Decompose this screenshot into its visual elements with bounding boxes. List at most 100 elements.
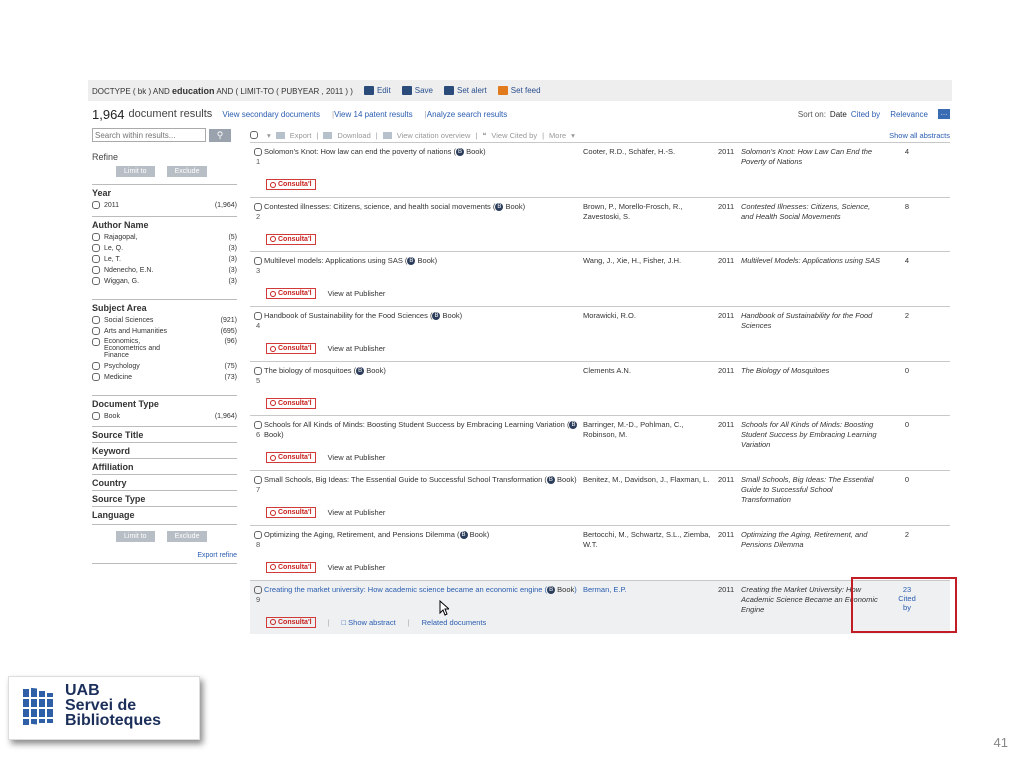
row-checkbox[interactable]: [254, 366, 262, 375]
facet-item[interactable]: Wiggan, G. (3): [92, 277, 237, 285]
set-alert-button[interactable]: Set alert: [443, 86, 487, 95]
result-authors[interactable]: Bertocchi, M., Schwartz, S.L., Ziemba, W…: [583, 530, 713, 550]
consulta-button[interactable]: Consulta'l: [266, 288, 316, 300]
select-all-checkbox[interactable]: [250, 131, 258, 139]
facet-item[interactable]: Rajagopal, (5): [92, 233, 237, 241]
show-abstract-link[interactable]: □ Show abstract: [342, 618, 396, 627]
facet-source-title[interactable]: Source Title: [92, 426, 237, 440]
analyze-results-link[interactable]: Analyze search results: [427, 110, 507, 119]
result-authors[interactable]: Morawicki, R.O.: [583, 311, 713, 321]
facet-doctype[interactable]: Document Type: [92, 395, 237, 409]
facet-affiliation[interactable]: Affiliation: [92, 458, 237, 472]
result-source[interactable]: Schools for All Kinds of Minds: Boosting…: [741, 420, 881, 450]
row-checkbox[interactable]: [254, 202, 262, 211]
row-checkbox[interactable]: [254, 585, 262, 594]
checkbox[interactable]: [92, 255, 100, 263]
facet-item[interactable]: Le, T. (3): [92, 255, 237, 263]
consulta-button[interactable]: Consulta'l: [266, 343, 316, 355]
checkbox[interactable]: [92, 266, 100, 274]
facet-subject[interactable]: Subject Area: [92, 299, 237, 313]
checkbox[interactable]: [92, 233, 100, 241]
consulta-button[interactable]: Consulta'l: [266, 507, 316, 519]
result-authors[interactable]: Benitez, M., Davidson, J., Flaxman, L.: [583, 475, 713, 485]
consulta-button[interactable]: Consulta'l: [266, 561, 316, 573]
checkbox[interactable]: [92, 338, 100, 346]
sort-relevance[interactable]: Relevance: [890, 110, 928, 119]
consulta-button[interactable]: Consulta'l: [266, 397, 316, 409]
result-source[interactable]: Handbook of Sustainability for the Food …: [741, 311, 881, 331]
result-authors[interactable]: Brown, P., Morello-Frosch, R., Zavestosk…: [583, 202, 713, 222]
checkbox[interactable]: [92, 373, 100, 381]
result-source[interactable]: Small Schools, Big Ideas: The Essential …: [741, 475, 881, 505]
consulta-button[interactable]: Consulta'l: [266, 452, 316, 464]
facet-author[interactable]: Author Name: [92, 216, 237, 230]
result-source[interactable]: Multilevel Models: Applications using SA…: [741, 256, 881, 266]
patent-results-link[interactable]: View 14 patent results: [334, 110, 413, 119]
limit-to-button-bottom[interactable]: Limit to: [116, 531, 155, 542]
result-source[interactable]: Optimizing the Aging, Retirement, and Pe…: [741, 530, 881, 550]
export-refine-link[interactable]: Export refine: [92, 552, 237, 564]
row-checkbox[interactable]: [254, 476, 262, 485]
checkbox[interactable]: [92, 327, 100, 335]
view-at-publisher-link[interactable]: View at Publisher: [328, 289, 386, 298]
checkbox[interactable]: [92, 362, 100, 370]
row-checkbox[interactable]: [254, 148, 262, 156]
facet-item[interactable]: Social Sciences (921): [92, 316, 237, 324]
facet-year[interactable]: Year: [92, 184, 237, 198]
result-source[interactable]: The Biology of Mosquitoes: [741, 366, 881, 376]
result-authors[interactable]: Wang, J., Xie, H., Fisher, J.H.: [583, 256, 713, 266]
exclude-button[interactable]: Exclude: [166, 166, 208, 177]
result-authors[interactable]: Cooter, R.D., Schäfer, H.-S.: [583, 147, 713, 157]
checkbox[interactable]: [92, 201, 100, 209]
checkbox[interactable]: [92, 412, 100, 420]
sort-cited-by[interactable]: Cited by: [851, 110, 880, 119]
row-checkbox[interactable]: [254, 312, 262, 321]
view-at-publisher-link[interactable]: View at Publisher: [328, 344, 386, 353]
secondary-docs-link[interactable]: View secondary documents: [222, 110, 320, 119]
result-authors[interactable]: Barringer, M.-D., Pohlman, C., Robinson,…: [583, 420, 713, 440]
limit-to-button[interactable]: Limit to: [116, 166, 155, 177]
search-within-input[interactable]: [92, 128, 206, 142]
facet-item[interactable]: Medicine (73): [92, 373, 237, 381]
row-checkbox[interactable]: [254, 530, 262, 539]
export-button[interactable]: Export: [290, 131, 312, 140]
facet-item[interactable]: Psychology (75): [92, 362, 237, 370]
result-authors[interactable]: Clements A.N.: [583, 366, 713, 376]
view-at-publisher-link[interactable]: View at Publisher: [328, 508, 386, 517]
view-cited-by-button[interactable]: View Cited by: [491, 131, 537, 140]
chevron-down-icon[interactable]: ▾: [267, 131, 271, 140]
result-source[interactable]: Contested Illnesses: Citizens, Science, …: [741, 202, 881, 222]
search-button[interactable]: ⚲: [209, 128, 231, 142]
facet-item[interactable]: Book (1,964): [92, 412, 237, 420]
facet-language[interactable]: Language: [92, 506, 237, 520]
result-source[interactable]: Solomon's Knot: How Law Can End the Pove…: [741, 147, 881, 167]
download-button[interactable]: Download: [337, 131, 370, 140]
view-at-publisher-link[interactable]: View at Publisher: [328, 563, 386, 572]
save-button[interactable]: Save: [401, 86, 433, 95]
exclude-button-bottom[interactable]: Exclude: [166, 531, 208, 542]
view-at-publisher-link[interactable]: View at Publisher: [328, 453, 386, 462]
facet-item[interactable]: Ndenecho, E.N. (3): [92, 266, 237, 274]
row-checkbox[interactable]: [254, 421, 262, 430]
facet-source-type[interactable]: Source Type: [92, 490, 237, 504]
facet-item[interactable]: Economics, Econometrics and Finance (96): [92, 338, 237, 359]
citation-overview-button[interactable]: View citation overview: [397, 131, 471, 140]
set-feed-button[interactable]: Set feed: [497, 86, 541, 95]
facet-keyword[interactable]: Keyword: [92, 442, 237, 456]
facet-item[interactable]: Arts and Humanities (695): [92, 327, 237, 335]
facet-item[interactable]: 2011 (1,964): [92, 201, 237, 209]
consulta-button[interactable]: Consulta'l: [266, 233, 316, 245]
checkbox[interactable]: [92, 316, 100, 324]
related-documents-link[interactable]: Related documents: [422, 618, 487, 627]
facet-item[interactable]: Le, Q. (3): [92, 244, 237, 252]
show-all-abstracts-link[interactable]: Show all abstracts: [889, 131, 950, 140]
edit-button[interactable]: Edit: [363, 86, 391, 95]
more-sort-button[interactable]: …: [938, 109, 950, 119]
checkbox[interactable]: [92, 244, 100, 252]
consulta-button[interactable]: Consulta'l: [266, 616, 316, 628]
facet-country[interactable]: Country: [92, 474, 237, 488]
checkbox[interactable]: [92, 277, 100, 285]
more-button[interactable]: More: [549, 131, 566, 140]
row-checkbox[interactable]: [254, 257, 262, 266]
sort-date[interactable]: Date: [830, 110, 847, 119]
